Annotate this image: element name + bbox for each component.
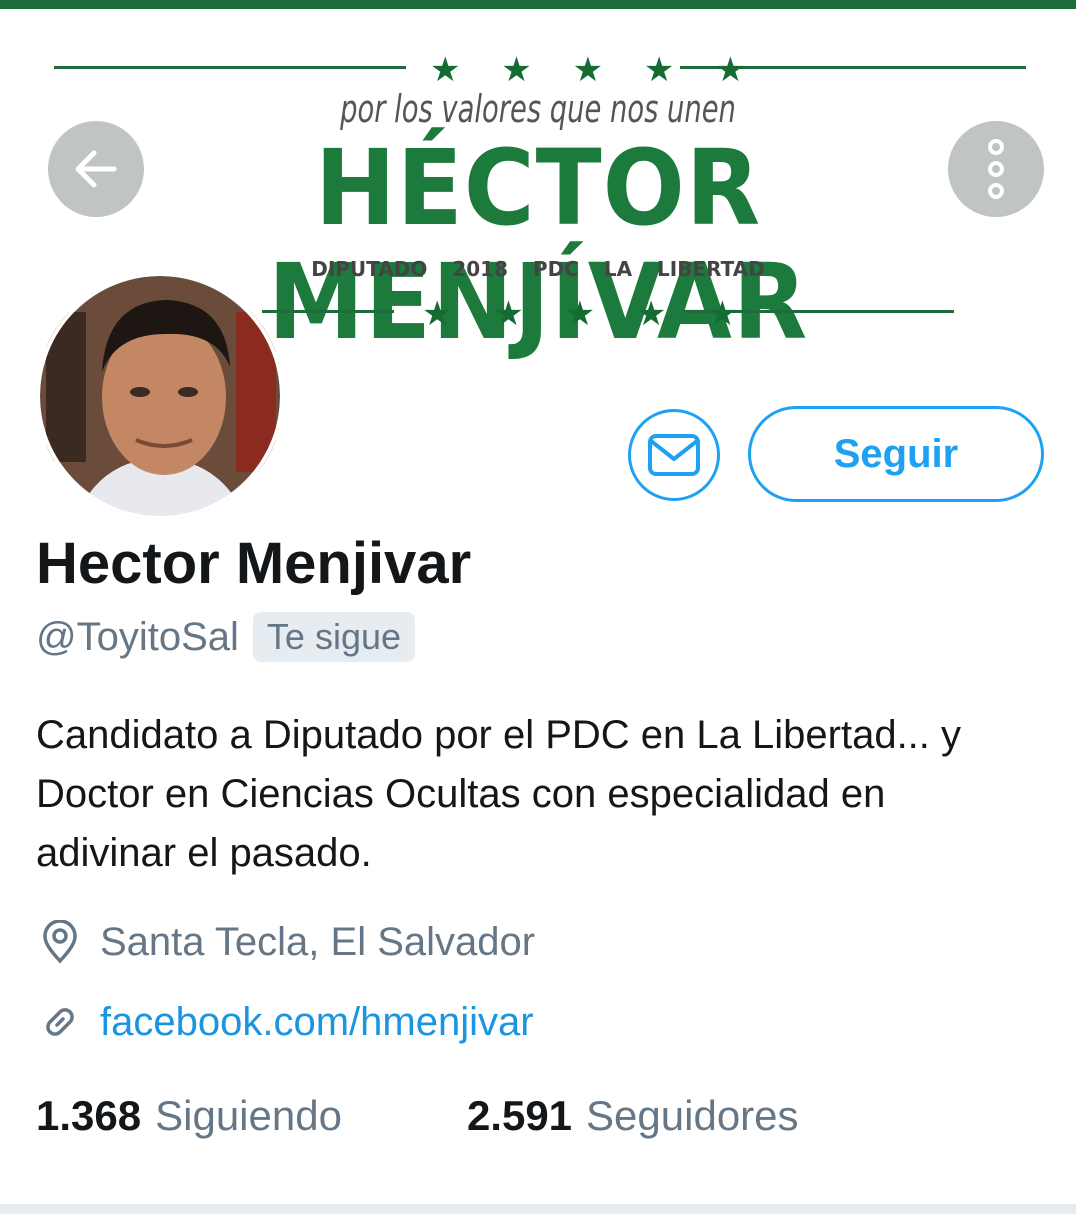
map-pin-icon — [43, 920, 77, 964]
follows-you-badge: Te sigue — [252, 612, 416, 662]
message-button[interactable] — [628, 409, 720, 501]
more-options-button[interactable] — [948, 121, 1044, 217]
follow-stats: 1.368 Siguiendo 2.591 Seguidores — [36, 1092, 799, 1140]
website-row[interactable]: facebook.com/hmenjivar — [36, 998, 534, 1046]
arrow-left-icon — [75, 150, 117, 188]
profile-name: Hector Menjivar — [36, 531, 472, 596]
followers-stat[interactable]: 2.591 Seguidores — [467, 1092, 799, 1140]
envelope-icon — [648, 434, 700, 476]
profile-website-link[interactable]: facebook.com/hmenjivar — [100, 1000, 534, 1045]
banner-slogan: por los valores que nos unen — [340, 87, 736, 131]
banner-divider — [54, 66, 406, 69]
following-label: Siguiendo — [155, 1092, 342, 1139]
top-accent-bar — [0, 0, 1076, 9]
profile-handle: @ToyitoSal — [36, 614, 239, 659]
profile-bio: Candidato a Diputado por el PDC en La Li… — [36, 713, 962, 875]
more-vertical-icon — [988, 139, 1004, 199]
followers-label: Seguidores — [586, 1092, 799, 1139]
banner-stars-bottom: ★ ★ ★ ★ ★ — [422, 294, 753, 334]
avatar[interactable] — [36, 272, 284, 520]
handle-row: @ToyitoSal Te sigue — [36, 612, 416, 662]
back-button[interactable] — [48, 121, 144, 217]
following-count: 1.368 — [36, 1092, 142, 1139]
followers-count: 2.591 — [466, 1092, 573, 1139]
location-row: Santa Tecla, El Salvador — [36, 918, 535, 966]
profile-location: Santa Tecla, El Salvador — [100, 919, 536, 964]
banner-divider — [262, 310, 394, 313]
link-icon — [46, 1008, 74, 1036]
follow-button[interactable]: Seguir — [748, 406, 1044, 502]
following-stat[interactable]: 1.368 Siguiendo — [36, 1092, 342, 1140]
banner-stars-top: ★ ★ ★ ★ ★ — [430, 50, 761, 90]
section-separator — [0, 1204, 1076, 1214]
